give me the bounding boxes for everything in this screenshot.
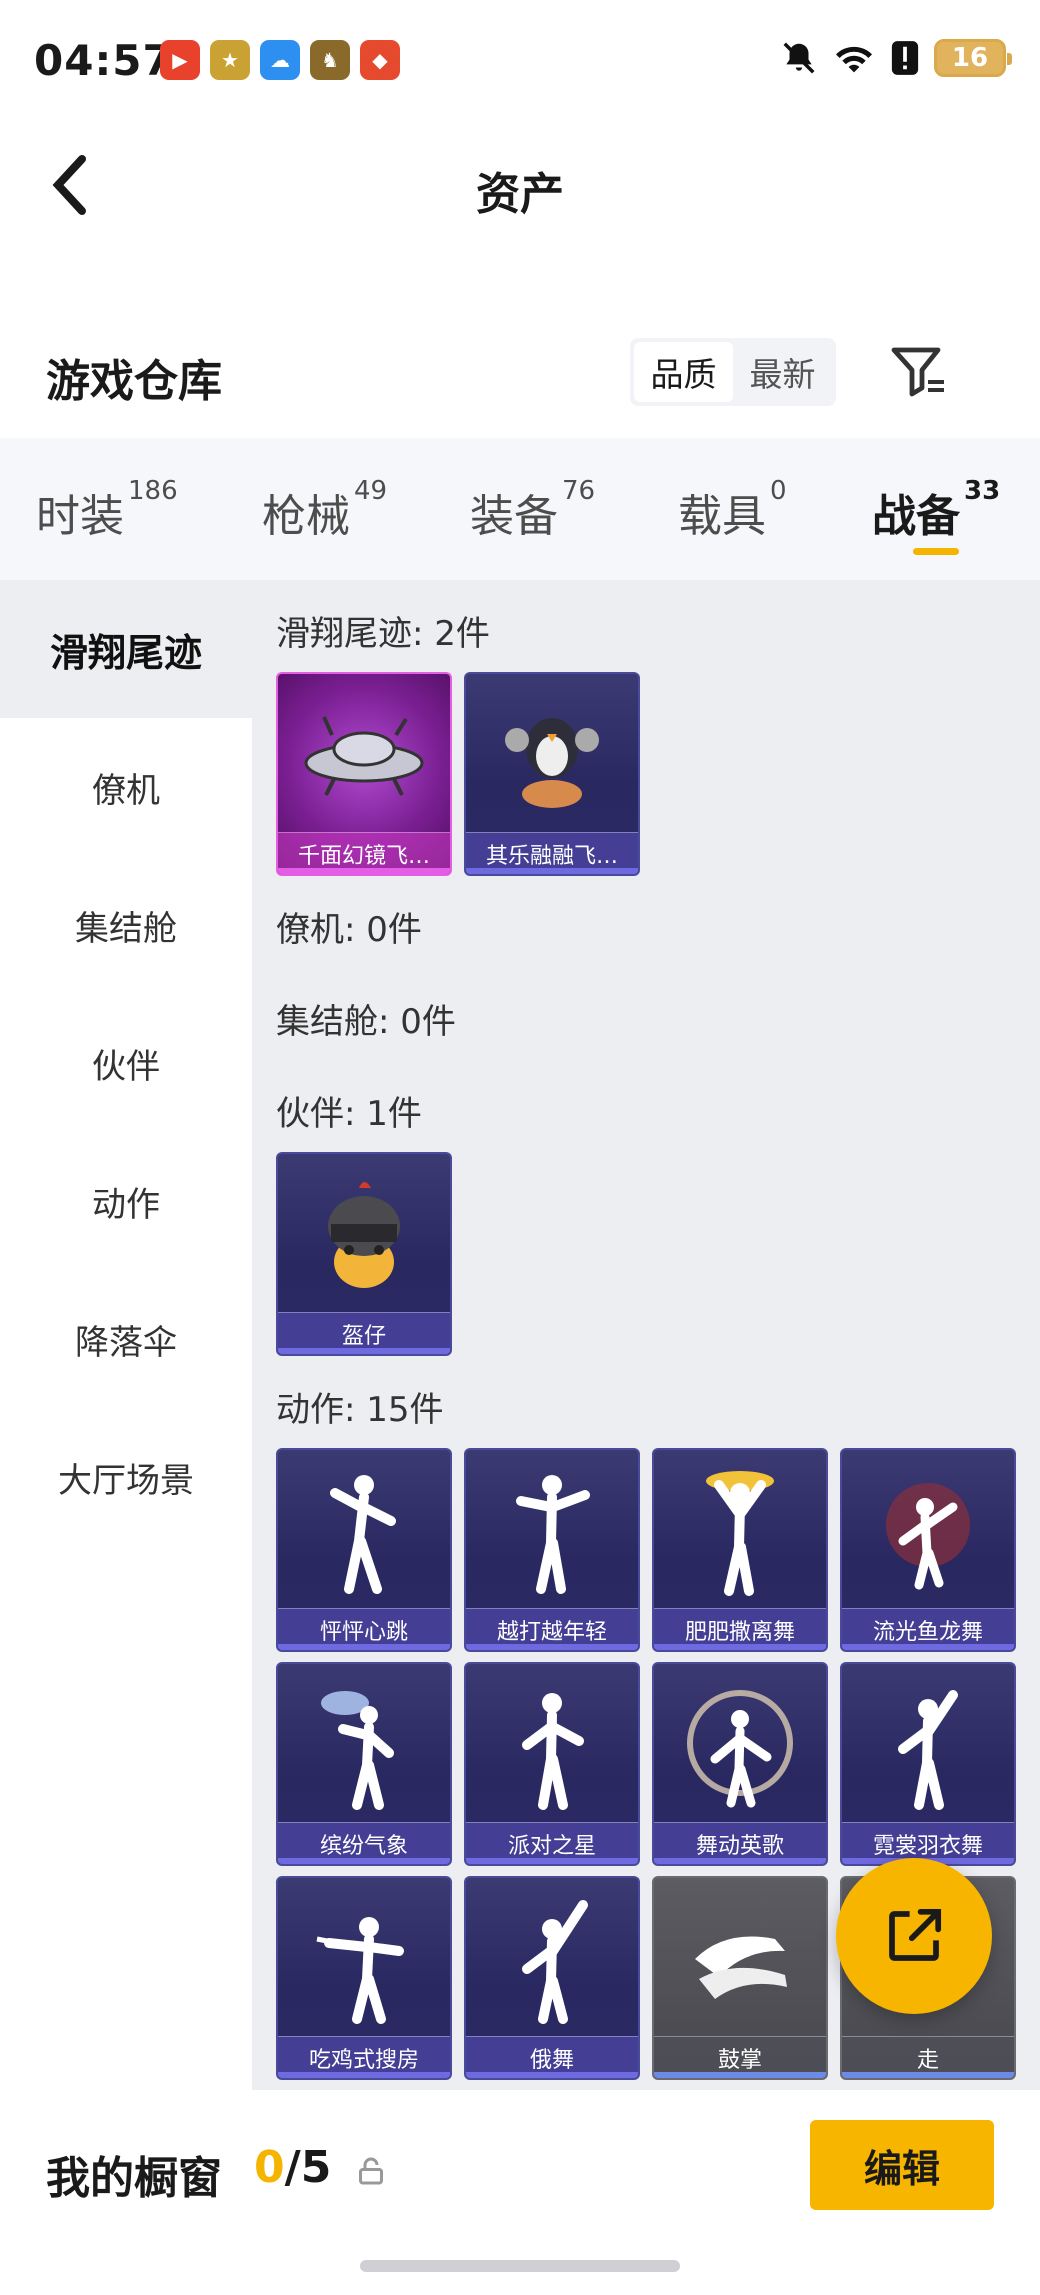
notification-apps: ▶ ★ ☁ ♞ ◆ bbox=[160, 40, 400, 80]
sidebar-item-glide-trail[interactable]: 滑翔尾迹 bbox=[0, 580, 252, 718]
wifi-icon bbox=[832, 38, 876, 78]
sidebar-item-lobby-scene[interactable]: 大厅场景 bbox=[0, 1408, 252, 1546]
group-label-capsule: 集结舱: 0件 bbox=[276, 1002, 456, 1042]
sort-latest-button[interactable]: 最新 bbox=[733, 342, 832, 402]
group-label-action: 动作: 15件 bbox=[276, 1390, 444, 1430]
alert-icon bbox=[890, 38, 920, 78]
video-app-icon: ▶ bbox=[160, 40, 200, 80]
dancer-icon bbox=[278, 1878, 450, 2040]
dancer-icon bbox=[466, 1450, 638, 1612]
group-label-partner: 伙伴: 1件 bbox=[276, 1094, 422, 1134]
tab-vehicles[interactable]: 载具 0 bbox=[678, 476, 787, 544]
home-indicator[interactable] bbox=[360, 2260, 680, 2272]
tab-active-indicator bbox=[913, 548, 959, 555]
item-card[interactable]: 舞动英歌 bbox=[652, 1662, 828, 1866]
item-card[interactable]: 肥肥撒离舞 bbox=[652, 1448, 828, 1652]
sort-quality-button[interactable]: 品质 bbox=[634, 342, 733, 402]
ufo-icon bbox=[278, 674, 450, 836]
dancer-icon bbox=[466, 1664, 638, 1826]
share-icon bbox=[889, 1908, 942, 1961]
security-app-icon: ◆ bbox=[360, 40, 400, 80]
sidebar-item-partner[interactable]: 伙伴 bbox=[0, 994, 252, 1132]
battery-icon: 16 bbox=[934, 39, 1012, 77]
item-card[interactable]: 鼓掌 bbox=[652, 1876, 828, 2080]
item-card[interactable]: 流光鱼龙舞 bbox=[840, 1448, 1016, 1652]
helmet-chick-icon bbox=[278, 1154, 450, 1316]
showcase-label: 我的橱窗 bbox=[46, 2153, 222, 2204]
showcase-count: 0/5 bbox=[254, 2142, 332, 2193]
item-card[interactable]: 缤纷气象 bbox=[276, 1662, 452, 1866]
group-label-wingman: 僚机: 0件 bbox=[276, 910, 422, 950]
item-card[interactable]: 俄舞 bbox=[464, 1876, 640, 2080]
category-tabs: 时装 186 枪械 49 装备 76 载具 0 战备 33 bbox=[0, 438, 1040, 580]
page-title: 资产 bbox=[476, 169, 564, 220]
app-header: 资产 bbox=[0, 120, 1040, 250]
item-card[interactable]: 越打越年轻 bbox=[464, 1448, 640, 1652]
sidebar-item-action[interactable]: 动作 bbox=[0, 1132, 252, 1270]
tab-equipment[interactable]: 装备 76 bbox=[470, 476, 595, 544]
weather-app-icon: ☁ bbox=[260, 40, 300, 80]
item-card[interactable]: 盔仔 bbox=[276, 1152, 452, 1356]
category-sidebar: 滑翔尾迹 僚机 集结舱 伙伴 动作 降落伞 大厅场景 bbox=[0, 580, 252, 2090]
tab-guns[interactable]: 枪械 49 bbox=[262, 476, 387, 544]
dancer-icon bbox=[278, 1664, 450, 1826]
item-card[interactable]: 派对之星 bbox=[464, 1662, 640, 1866]
dancer-icon bbox=[654, 1450, 826, 1612]
filter-icon bbox=[891, 347, 944, 397]
status-bar: 04:57 ▶ ★ ☁ ♞ ◆ 16 bbox=[0, 0, 1040, 120]
item-card[interactable]: 千面幻镜飞… bbox=[276, 672, 452, 876]
sidebar-item-capsule[interactable]: 集结舱 bbox=[0, 856, 252, 994]
dancer-icon bbox=[278, 1450, 450, 1612]
tab-fashion[interactable]: 时装 186 bbox=[36, 476, 178, 544]
status-time: 04:57 bbox=[34, 36, 173, 85]
tab-battle-gear[interactable]: 战备 33 bbox=[872, 476, 1000, 544]
clap-icon bbox=[654, 1878, 826, 2040]
sidebar-item-parachute[interactable]: 降落伞 bbox=[0, 1270, 252, 1408]
dancer-icon bbox=[654, 1664, 826, 1826]
item-card[interactable]: 吃鸡式搜房 bbox=[276, 1876, 452, 2080]
status-right: 16 bbox=[780, 38, 1012, 78]
sort-toggle: 品质 最新 bbox=[630, 338, 836, 406]
filter-button[interactable] bbox=[888, 342, 948, 402]
item-card[interactable]: 怦怦心跳 bbox=[276, 1448, 452, 1652]
game-news-app-icon: ★ bbox=[210, 40, 250, 80]
dancer-icon bbox=[842, 1450, 1014, 1612]
showcase-bar: 我的橱窗 0/5 编辑 bbox=[0, 2090, 1040, 2295]
dancer-icon bbox=[466, 1878, 638, 2040]
share-button[interactable] bbox=[836, 1858, 992, 2014]
edit-button[interactable]: 编辑 bbox=[810, 2120, 994, 2210]
dancer-icon bbox=[842, 1664, 1014, 1826]
game-app-icon: ♞ bbox=[310, 40, 350, 80]
sidebar-item-wingman[interactable]: 僚机 bbox=[0, 718, 252, 856]
penguin-icon bbox=[466, 674, 638, 836]
bell-mute-icon bbox=[780, 38, 818, 78]
item-card[interactable]: 其乐融融飞… bbox=[464, 672, 640, 876]
item-card[interactable]: 霓裳羽衣舞 bbox=[840, 1662, 1016, 1866]
lock-icon bbox=[359, 2157, 383, 2185]
group-label-glide: 滑翔尾迹: 2件 bbox=[276, 614, 490, 654]
section-title: 游戏仓库 bbox=[46, 356, 222, 407]
